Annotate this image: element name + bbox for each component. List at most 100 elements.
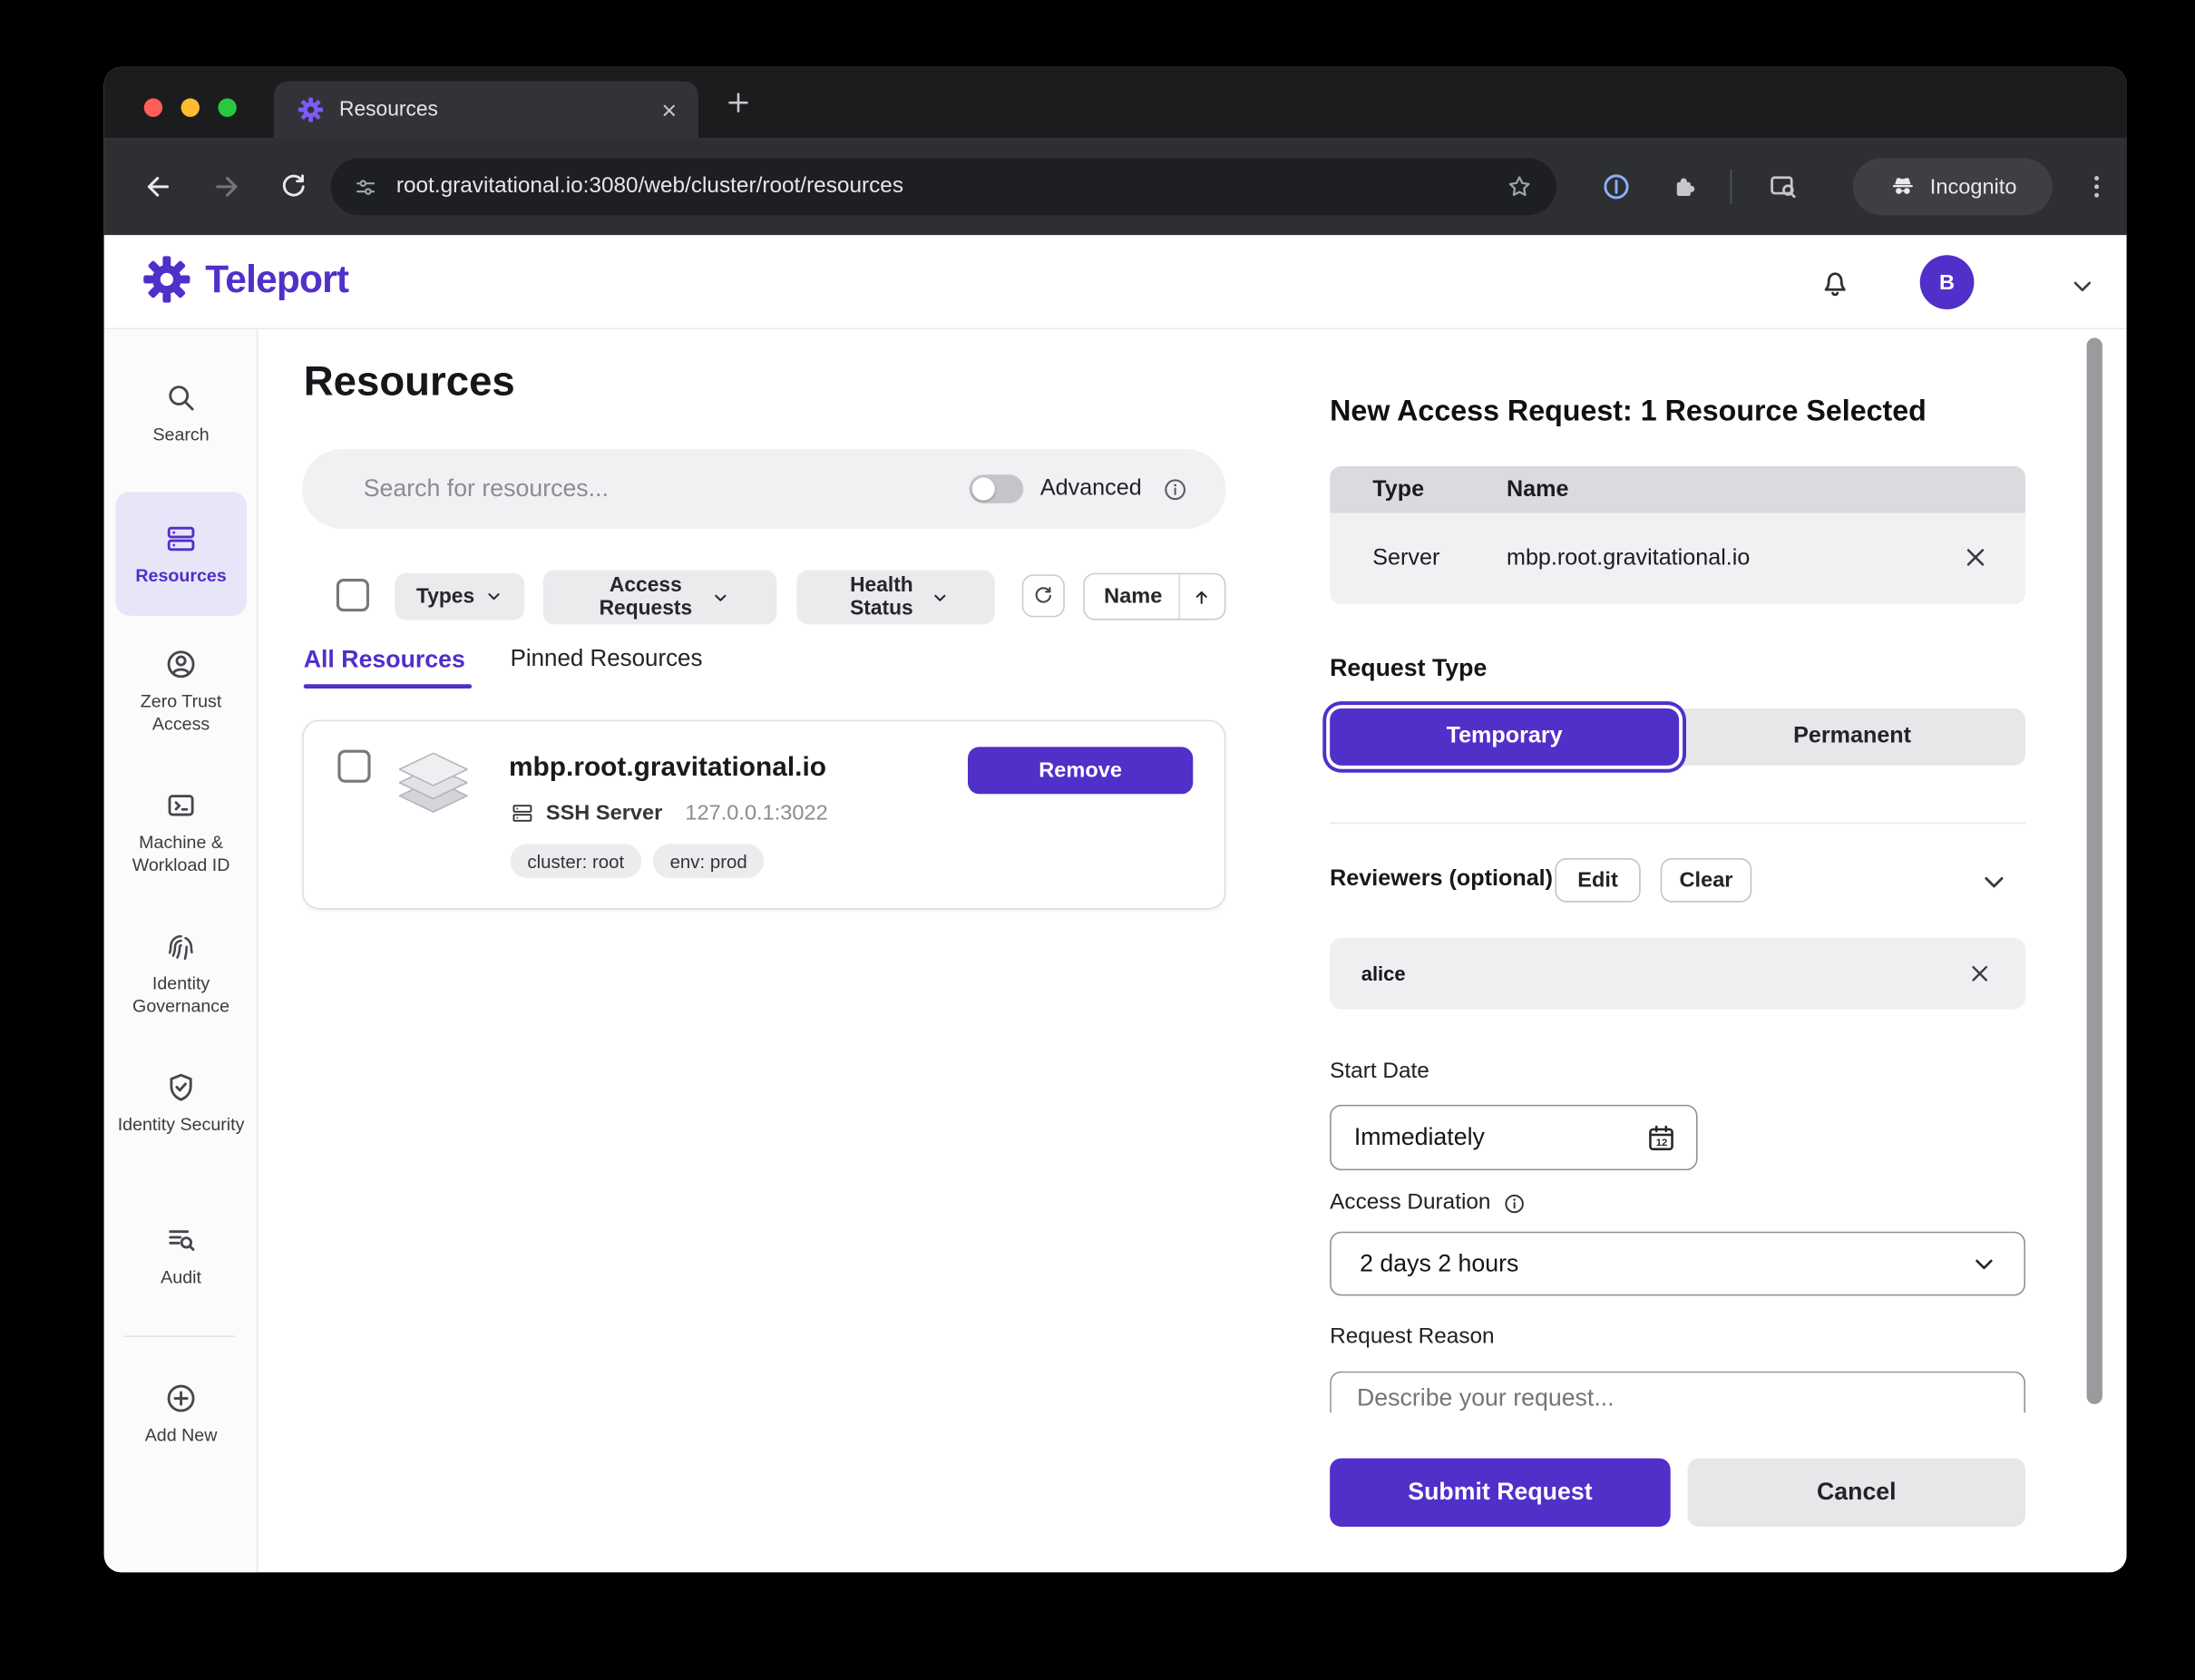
- incognito-icon: [1888, 172, 1917, 200]
- sidebar-item-resources[interactable]: Resources: [104, 522, 259, 587]
- refresh-icon: [1032, 584, 1055, 607]
- access-requests-filter-label: Access Requests: [590, 574, 702, 620]
- user-avatar[interactable]: B: [1920, 255, 1975, 309]
- sidebar-item-zero-trust-access[interactable]: Zero Trust Access: [104, 647, 259, 735]
- access-duration-row: Access Duration: [1330, 1190, 1527, 1216]
- sidebar-item-search[interactable]: Search: [104, 381, 259, 446]
- sidebar-item-audit[interactable]: Audit: [104, 1223, 259, 1288]
- url-text[interactable]: root.gravitational.io:3080/web/cluster/r…: [396, 174, 1506, 200]
- tab-close-icon[interactable]: [660, 101, 678, 119]
- reviewers-collapse-chevron-icon[interactable]: [1978, 866, 2010, 898]
- tab-title: Resources: [339, 98, 660, 121]
- request-type-label: Request Type: [1330, 654, 1487, 682]
- fingerprint-icon: [164, 930, 199, 964]
- health-status-filter-label: Health Status: [844, 574, 921, 620]
- resource-checkbox[interactable]: [337, 750, 370, 783]
- sidebar-item-label: Zero Trust Access: [104, 690, 259, 736]
- advanced-toggle[interactable]: [969, 474, 1023, 503]
- selected-resources-table: Type Name Server mbp.root.gravitational.…: [1330, 466, 2025, 604]
- health-status-filter-button[interactable]: Health Status: [796, 571, 994, 625]
- resource-label-pill[interactable]: cluster: root: [511, 844, 641, 878]
- reviewers-clear-button[interactable]: Clear: [1661, 858, 1752, 903]
- resource-card[interactable]: mbp.root.gravitational.io SSH Server 127…: [302, 720, 1225, 910]
- request-reason-input[interactable]: [1330, 1372, 2025, 1413]
- row-name: mbp.root.gravitational.io: [1507, 546, 1750, 571]
- bookmark-star-icon[interactable]: [1505, 172, 1533, 200]
- reviewers-edit-button[interactable]: Edit: [1555, 858, 1640, 903]
- notifications-bell-icon[interactable]: [1818, 265, 1853, 300]
- search-input[interactable]: [364, 474, 970, 503]
- advanced-info-icon[interactable]: [1162, 475, 1189, 503]
- browser-toolbar: root.gravitational.io:3080/web/cluster/r…: [104, 138, 2127, 235]
- address-bar[interactable]: root.gravitational.io:3080/web/cluster/r…: [331, 158, 1556, 215]
- resource-kind: SSH Server: [546, 801, 662, 825]
- plus-circle-icon: [164, 1382, 199, 1416]
- table-row: Server mbp.root.gravitational.io: [1330, 513, 2025, 605]
- browser-window: Resources ro: [104, 67, 2127, 1572]
- calendar-icon[interactable]: 12: [1644, 1121, 1677, 1154]
- back-button[interactable]: [142, 171, 174, 203]
- cancel-button[interactable]: Cancel: [1688, 1459, 2025, 1527]
- label-text: cluster: root: [527, 850, 624, 872]
- sidebar-item-identity-governance[interactable]: Identity Governance: [104, 930, 259, 1018]
- sort-button[interactable]: Name: [1083, 573, 1225, 620]
- page-scrollbar-thumb[interactable]: [2087, 337, 2102, 1403]
- tab-favicon-teleport-icon: [298, 97, 323, 122]
- access-duration-value: 2 days 2 hours: [1360, 1249, 1518, 1277]
- reload-button[interactable]: [278, 171, 309, 203]
- remove-button[interactable]: Remove: [968, 747, 1193, 794]
- remove-resource-x-icon[interactable]: [1960, 542, 1992, 573]
- tab-all-resources[interactable]: All Resources: [304, 646, 465, 674]
- sort-direction-zone[interactable]: [1179, 574, 1222, 619]
- sidebar-item-label: Audit: [155, 1265, 207, 1288]
- sidebar-item-label: Identity Governance: [104, 972, 259, 1018]
- avatar-initial: B: [1939, 270, 1955, 295]
- main-content: Resources Advanced Types Access Req: [258, 329, 2126, 1572]
- sidebar-item-identity-security[interactable]: Identity Security: [104, 1070, 259, 1136]
- chevron-down-icon: [1970, 1249, 1998, 1277]
- duration-info-icon[interactable]: [1502, 1191, 1527, 1216]
- incognito-label: Incognito: [1930, 175, 2017, 200]
- zoom-window-button[interactable]: [218, 98, 236, 116]
- minimize-window-button[interactable]: [181, 98, 200, 116]
- resources-layers-icon: [164, 522, 199, 556]
- new-tab-button[interactable]: [726, 90, 751, 115]
- screen: Resources ro: [0, 0, 2195, 1680]
- types-filter-button[interactable]: Types: [395, 573, 524, 620]
- resource-label-pill[interactable]: env: prod: [653, 844, 765, 878]
- extensions-puzzle-icon[interactable]: [1669, 171, 1701, 203]
- reviewers-label: Reviewers (optional): [1330, 866, 1553, 892]
- select-all-checkbox[interactable]: [337, 579, 369, 611]
- tab-search-icon[interactable]: [1768, 171, 1800, 203]
- forward-button[interactable]: [211, 171, 243, 203]
- sidebar-item-add-new[interactable]: Add New: [104, 1382, 259, 1447]
- reviewer-remove-x-icon[interactable]: [1966, 960, 1994, 988]
- extension-blocker-icon[interactable]: [1601, 171, 1633, 203]
- incognito-badge[interactable]: Incognito: [1853, 158, 2053, 215]
- refresh-button[interactable]: [1022, 574, 1065, 617]
- tab-pinned-resources[interactable]: Pinned Resources: [511, 646, 703, 673]
- reviewer-name: alice: [1361, 962, 1406, 985]
- browser-tab[interactable]: Resources: [274, 82, 698, 139]
- chevron-down-icon: [930, 588, 948, 606]
- column-type: Type: [1372, 477, 1507, 503]
- temporary-option[interactable]: Temporary: [1330, 708, 1679, 766]
- toolbar-divider: [1731, 170, 1732, 204]
- sidebar-item-label: Identity Security: [112, 1113, 249, 1136]
- close-window-button[interactable]: [144, 98, 162, 116]
- browser-menu-dots-icon[interactable]: [2081, 171, 2112, 203]
- account-chevron-down-icon[interactable]: [2068, 272, 2096, 300]
- submit-request-button[interactable]: Submit Request: [1330, 1459, 1671, 1527]
- start-date-input[interactable]: Immediately 12: [1330, 1105, 1697, 1170]
- permanent-option[interactable]: Permanent: [1679, 708, 2025, 766]
- column-name: Name: [1507, 477, 1568, 503]
- server-stack-icon: [386, 736, 481, 830]
- sidebar-item-machine-workload-id[interactable]: Machine & Workload ID: [104, 788, 259, 876]
- start-date-value: Immediately: [1354, 1123, 1485, 1151]
- access-requests-filter-button[interactable]: Access Requests: [543, 571, 777, 625]
- teleport-logo[interactable]: Teleport: [142, 255, 348, 303]
- resource-searchbar: Advanced: [302, 449, 1225, 529]
- svg-text:12: 12: [1656, 1137, 1668, 1148]
- site-settings-icon[interactable]: [354, 175, 378, 200]
- access-duration-select[interactable]: 2 days 2 hours: [1330, 1232, 2025, 1296]
